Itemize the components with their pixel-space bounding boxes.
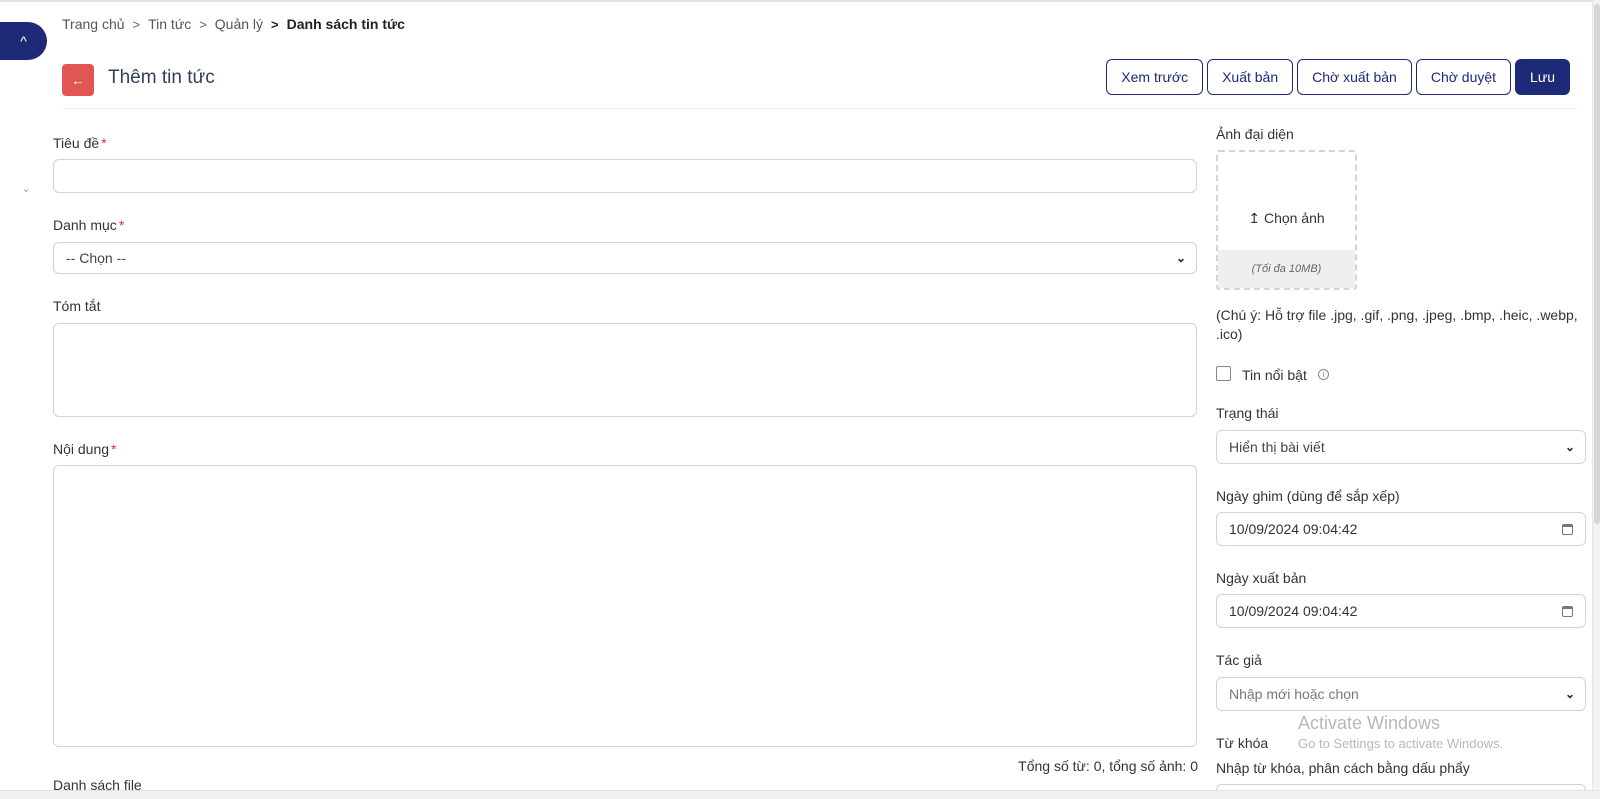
back-button[interactable]: ←: [62, 64, 94, 96]
image-upload[interactable]: ↥ Chọn ảnh (Tối đa 10MB): [1216, 150, 1357, 290]
breadcrumb-separator: >: [132, 16, 141, 32]
chevron-down-icon[interactable]: ⌄: [22, 184, 30, 195]
choose-image-button[interactable]: ↥ Chọn ảnh: [1218, 210, 1355, 227]
pin-date-value: 10/09/2024 09:04:42: [1229, 521, 1358, 537]
required-mark: *: [101, 135, 107, 151]
image-label: Ảnh đại diện: [1216, 126, 1294, 142]
upload-icon: ↥: [1248, 210, 1261, 226]
chevron-down-icon: ⌄: [1175, 251, 1186, 265]
status-label: Trạng thái: [1216, 405, 1279, 421]
chevron-down-icon: ⌄: [1564, 440, 1575, 454]
save-button[interactable]: Lưu: [1515, 59, 1570, 95]
title-input[interactable]: [53, 159, 1197, 193]
publish-date-label: Ngày xuất bản: [1216, 570, 1307, 586]
author-placeholder: Nhập mới hoặc chọn: [1229, 686, 1359, 702]
max-size-note: (Tối đa 10MB): [1218, 250, 1355, 288]
page-title: Thêm tin tức: [108, 67, 215, 88]
content-label-text: Nội dung: [53, 441, 110, 457]
scrollbar-thumb[interactable]: [1594, 4, 1600, 524]
breadcrumb-separator: >: [199, 16, 207, 32]
breadcrumb: Trang chủ > Tin tức > Quản lý > Danh sác…: [62, 16, 405, 32]
file-support-note: (Chú ý: Hỗ trợ file .jpg, .gif, .png, .j…: [1216, 307, 1578, 342]
publish-date-input[interactable]: 10/09/2024 09:04:42: [1216, 594, 1586, 628]
arrow-left-icon: ←: [71, 72, 85, 88]
activate-windows-hint: Go to Settings to activate Windows.: [1298, 736, 1504, 751]
chevron-down-icon: ⌄: [1564, 687, 1575, 701]
pending-review-button[interactable]: Chờ duyệt: [1415, 59, 1512, 95]
info-icon[interactable]: i: [1318, 369, 1329, 380]
content-label: Nội dung *: [53, 441, 117, 457]
publish-button[interactable]: Xuất bản: [1207, 59, 1294, 95]
status-select[interactable]: Hiển thị bài viết ⌄: [1216, 430, 1586, 464]
summary-textarea[interactable]: [53, 323, 1197, 417]
content-editor[interactable]: [53, 465, 1197, 747]
activate-windows-title: Activate Windows: [1298, 713, 1441, 733]
top-border: [0, 0, 1600, 2]
chevron-up-icon: ^: [20, 33, 27, 49]
required-mark: *: [118, 217, 125, 233]
status-select-value: Hiển thị bài viết: [1229, 439, 1325, 455]
choose-image-label: Chọn ảnh: [1263, 210, 1325, 226]
summary-label: Tóm tắt: [53, 298, 101, 314]
keyword-hint: Nhập từ khóa, phân cách bằng dấu phẩy: [1216, 760, 1470, 776]
horizontal-scrollbar[interactable]: [0, 790, 1600, 799]
featured-checkbox[interactable]: [1216, 366, 1231, 381]
sidebar-collapse-button[interactable]: ^: [0, 22, 47, 60]
required-mark: *: [111, 441, 117, 457]
title-label: Tiêu đề *: [53, 135, 107, 151]
keyword-label: Từ khóa: [1216, 735, 1269, 751]
category-select-value: -- Chọn --: [66, 250, 126, 266]
calendar-icon[interactable]: [1562, 523, 1573, 535]
breadcrumb-manage[interactable]: Quản lý: [215, 16, 263, 32]
pin-date-input[interactable]: 10/09/2024 09:04:42: [1216, 512, 1586, 546]
breadcrumb-current: Danh sách tin tức: [286, 16, 405, 32]
category-label: Danh mục *: [53, 217, 124, 233]
calendar-icon[interactable]: [1562, 605, 1573, 617]
author-label: Tác giả: [1216, 652, 1262, 668]
breadcrumb-separator: >: [271, 16, 279, 32]
preview-button[interactable]: Xem trước: [1106, 59, 1204, 95]
publish-date-value: 10/09/2024 09:04:42: [1229, 603, 1358, 619]
word-image-counter: Tổng số từ: 0, tổng số ảnh: 0: [1018, 758, 1198, 774]
category-select[interactable]: -- Chọn -- ⌄: [53, 242, 1197, 274]
pending-publish-button[interactable]: Chờ xuất bản: [1297, 59, 1412, 95]
title-label-text: Tiêu đề: [53, 135, 100, 151]
category-label-text: Danh mục: [53, 217, 117, 233]
action-toolbar: Xem trước Xuất bản Chờ xuất bản Chờ duyệ…: [1106, 59, 1570, 95]
vertical-scrollbar[interactable]: [1592, 0, 1600, 799]
pin-date-label: Ngày ghim (dùng để sắp xếp): [1216, 488, 1400, 504]
breadcrumb-news[interactable]: Tin tức: [148, 16, 191, 32]
breadcrumb-home[interactable]: Trang chủ: [62, 16, 125, 32]
featured-label: Tin nổi bật: [1242, 367, 1307, 383]
author-select[interactable]: Nhập mới hoặc chọn ⌄: [1216, 677, 1586, 711]
header-divider: [62, 108, 1577, 109]
